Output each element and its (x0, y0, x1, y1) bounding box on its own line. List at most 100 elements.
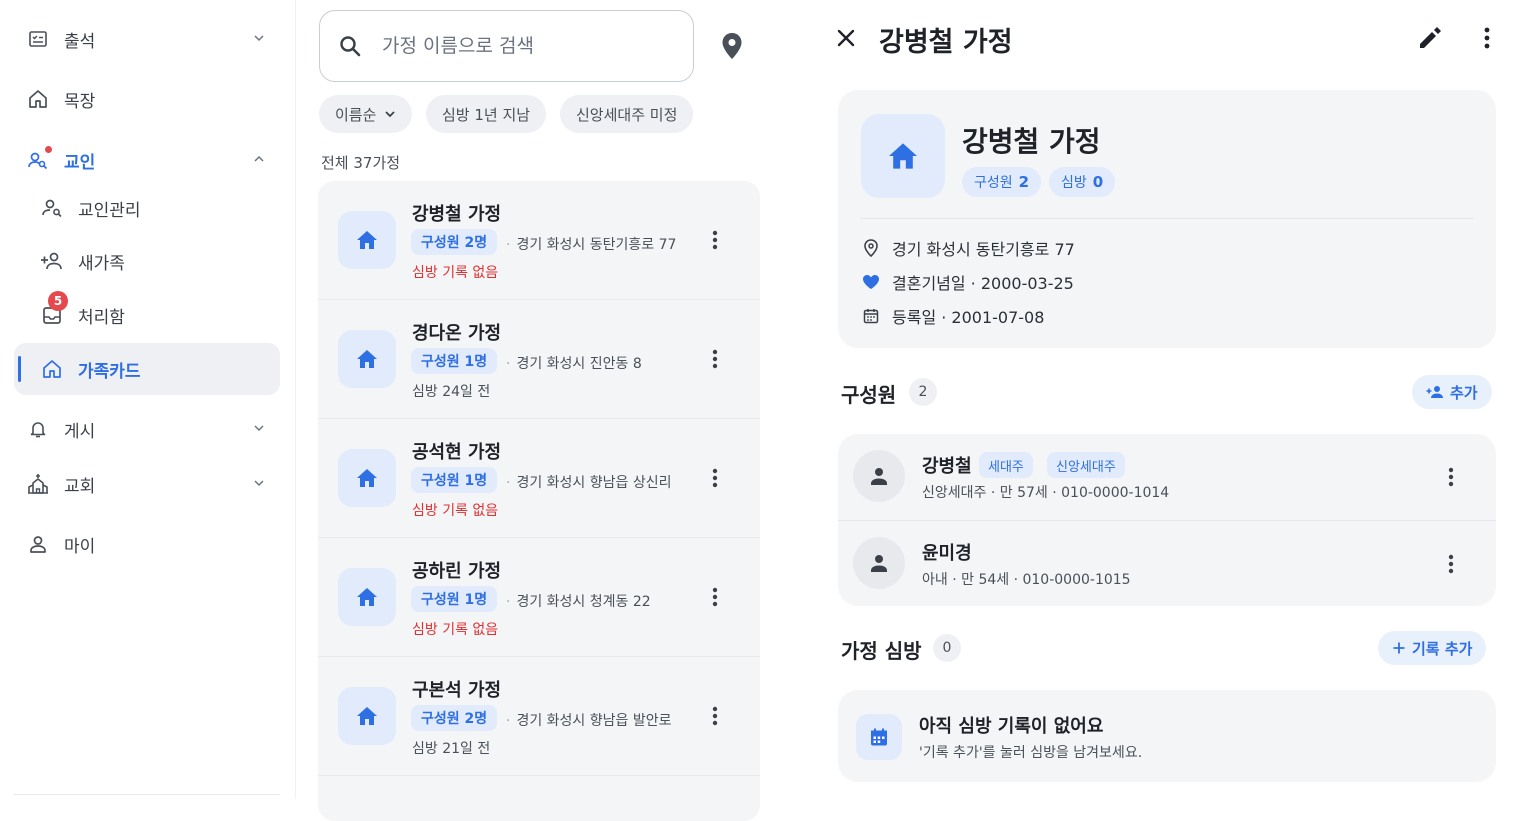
member-row[interactable]: 강병철 세대주 신앙세대주 신앙세대주 · 만 57세 · 010-0000-1… (838, 434, 1496, 520)
sidebar-item-attendance[interactable]: 출석 (14, 13, 280, 65)
visit-status: 심방 기록 없음 (412, 265, 499, 281)
sidebar-item-my[interactable]: 마이 (14, 518, 280, 570)
visit-status: 심방 24일 전 (412, 384, 491, 400)
add-member-button[interactable]: 추가 (1412, 375, 1492, 409)
home-icon (338, 211, 396, 269)
filter-chip-visit-overdue[interactable]: 심방 1년 지남 (426, 95, 547, 133)
sidebar-item-inbox[interactable]: 5 처리함 (28, 289, 280, 341)
more-vert-icon[interactable] (708, 227, 722, 253)
more-vert-icon[interactable] (1444, 464, 1458, 490)
stat-label: 구성원 (974, 175, 1013, 191)
bell-icon (26, 417, 50, 441)
search-input[interactable] (382, 35, 662, 57)
chevron-down-icon (252, 31, 266, 45)
member-description: 신앙세대주 · 만 57세 · 010-0000-1014 (922, 485, 1170, 501)
visits-section-title: 가정 심방 (841, 639, 922, 663)
empty-title: 아직 심방 기록이 없어요 (919, 716, 1104, 737)
sidebar-item-label: 교인 (64, 152, 96, 173)
sidebar-item-board[interactable]: 게시 (14, 403, 280, 455)
family-name: 공하린 가정 (412, 561, 502, 582)
total-count: 전체 37가정 (321, 154, 401, 172)
avatar (853, 537, 905, 589)
member-row[interactable]: 윤미경 아내 · 만 54세 · 010-0000-1015 (838, 520, 1496, 606)
sidebar-item-church[interactable]: 교회 (14, 458, 280, 510)
visit-status: 심방 기록 없음 (412, 622, 499, 638)
chevron-down-icon (252, 421, 266, 435)
role-tag: 신앙세대주 (1047, 452, 1125, 478)
home-icon (338, 449, 396, 507)
family-card[interactable]: 강병철 가정 구성원 2명 경기 화성시 동탄기흥로 77 심방 기록 없음 (318, 181, 760, 300)
sidebar-item-mokjang[interactable]: 목장 (14, 73, 280, 125)
home-outline-icon (40, 357, 64, 381)
member-description: 아내 · 만 54세 · 010-0000-1015 (922, 572, 1131, 588)
family-name: 강병철 가정 (962, 125, 1101, 158)
button-label: 추가 (1450, 383, 1478, 402)
sidebar-item-new-family[interactable]: 새가족 (28, 235, 280, 287)
home-outline-icon (26, 87, 50, 111)
filter-chip-label: 신앙세대주 미정 (576, 105, 678, 124)
sidebar-item-label: 게시 (64, 421, 96, 442)
visit-count-badge: 심방 0 (1049, 167, 1116, 197)
sidebar-item-family-card[interactable]: 가족카드 (14, 343, 280, 395)
sidebar-item-label: 목장 (64, 91, 96, 112)
info-registered: 등록일 · 2001-07-08 (862, 304, 1044, 328)
stat-label: 심방 (1061, 175, 1087, 191)
member-count-badge: 구성원 2명 (411, 229, 498, 255)
family-address: 경기 화성시 향남읍 상신리 (506, 472, 671, 492)
sidebar-item-label: 교회 (64, 476, 96, 497)
member-count-badge: 구성원 2 (962, 167, 1042, 197)
family-card[interactable]: 공하린 가정 구성원 1명 경기 화성시 청계동 22 심방 기록 없음 (318, 538, 760, 657)
filter-chip-faith-head-unset[interactable]: 신앙세대주 미정 (560, 95, 694, 133)
add-visit-record-button[interactable]: 기록 추가 (1378, 631, 1487, 665)
filter-chip-label: 이름순 (335, 105, 377, 124)
chevron-down-icon (252, 476, 266, 490)
edit-icon[interactable] (1416, 24, 1444, 52)
person-add-icon (40, 249, 64, 273)
sidebar-item-member-management[interactable]: 교인관리 (28, 182, 280, 234)
family-name: 경다온 가정 (412, 323, 502, 344)
family-address: 경기 화성시 청계동 22 (506, 591, 650, 611)
member-name: 강병철 (922, 456, 972, 477)
member-list: 강병철 세대주 신앙세대주 신앙세대주 · 만 57세 · 010-0000-1… (838, 434, 1496, 606)
home-icon (338, 568, 396, 626)
sidebar: 출석 목장 교인 교인관리 새가족 5 처리함 가족카드 게시 교회 마이 (0, 0, 296, 799)
close-icon[interactable] (833, 25, 859, 51)
chevron-down-icon (384, 108, 396, 120)
church-icon (26, 472, 50, 496)
family-address: 경기 화성시 향남읍 발안로 (506, 710, 671, 730)
member-count-badge: 구성원 1명 (411, 586, 498, 612)
more-vert-icon[interactable] (708, 703, 722, 729)
family-card[interactable]: 경다온 가정 구성원 1명 경기 화성시 진안동 8 심방 24일 전 (318, 300, 760, 419)
empty-visits-card: 아직 심방 기록이 없어요 '기록 추가'를 눌러 심방을 남겨보세요. (838, 690, 1496, 782)
more-vert-icon[interactable] (1444, 551, 1458, 577)
stat-value: 0 (1092, 173, 1104, 191)
registered-text: 등록일 · 2001-07-08 (892, 308, 1045, 327)
more-vert-icon[interactable] (708, 346, 722, 372)
member-count-badge: 구성원 1명 (411, 348, 498, 374)
more-vert-icon[interactable] (1474, 24, 1500, 52)
family-summary-card: 강병철 가정 구성원 2 심방 0 경기 화성시 동탄기흥로 77 결혼기념일 … (838, 90, 1496, 348)
visit-status: 심방 기록 없음 (412, 503, 499, 519)
map-pin-icon[interactable] (716, 30, 748, 62)
member-count-badge: 구성원 1명 (411, 467, 498, 493)
more-vert-icon[interactable] (708, 584, 722, 610)
family-card[interactable]: 공석현 가정 구성원 1명 경기 화성시 향남읍 상신리 심방 기록 없음 (318, 419, 760, 538)
search-box (319, 10, 694, 82)
info-address: 경기 화성시 동탄기흥로 77 (862, 236, 1075, 260)
more-vert-icon[interactable] (708, 465, 722, 491)
family-name: 강병철 가정 (412, 204, 502, 225)
sidebar-item-members[interactable]: 교인 (14, 134, 280, 186)
sidebar-item-label: 마이 (64, 536, 96, 557)
divider (860, 218, 1474, 219)
filter-chip-sort[interactable]: 이름순 (319, 95, 413, 133)
heart-icon (862, 273, 880, 291)
alert-dot (45, 146, 52, 153)
family-card[interactable]: 구본석 가정 구성원 2명 경기 화성시 향남읍 발안로 심방 21일 전 (318, 657, 760, 776)
home-icon (338, 687, 396, 745)
person-search-icon (40, 196, 64, 220)
home-icon (861, 114, 945, 198)
sidebar-item-label: 교인관리 (78, 200, 141, 221)
home-icon (338, 330, 396, 388)
members-count: 2 (909, 378, 937, 406)
visit-status: 심방 21일 전 (412, 741, 491, 757)
